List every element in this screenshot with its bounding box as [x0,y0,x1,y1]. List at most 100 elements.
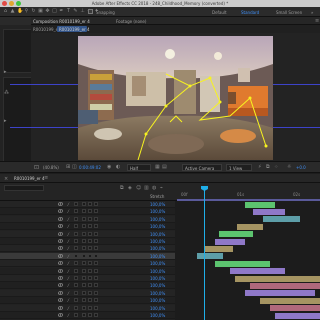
rectangle-tool-icon[interactable]: □ [52,9,57,14]
layer-switch[interactable] [82,216,86,221]
visibility-eye-icon[interactable] [57,283,64,288]
layer-switch[interactable] [82,239,86,243]
network-icon[interactable]: ⁂ [4,90,9,96]
layer-row[interactable]: ⁄ 100,0% [0,223,175,231]
transparency-grid-icon[interactable]: ▤ [162,164,167,170]
resolution-dropdown[interactable]: Half [127,164,151,171]
expand-icon[interactable]: ▸ [4,69,7,75]
stamp-tool-icon[interactable]: ⊥ [80,9,85,14]
layer-switch[interactable] [88,216,92,221]
views-dropdown[interactable]: 1 View [226,164,252,171]
layer-switch[interactable] [82,261,86,266]
layer-switch[interactable] [88,231,92,236]
shy-switch-icon[interactable]: ⁄ [68,269,72,274]
draft-3d-icon[interactable]: ◈ [128,185,132,191]
layer-switch[interactable] [94,283,98,288]
layer-switch[interactable] [94,239,98,243]
layer-switch[interactable] [82,231,86,236]
layer-row[interactable]: ⁄ 100,0% [0,238,175,245]
visibility-eye-icon[interactable] [57,217,64,221]
snapshot-icon[interactable]: ◉ [107,164,111,170]
layer-duration-bar[interactable] [253,208,285,215]
visibility-eye-icon[interactable] [57,276,64,280]
brush-tool-icon[interactable]: ✎ [73,9,78,14]
layer-switch[interactable] [74,305,78,310]
layer-switch[interactable] [82,276,86,280]
layer-switch[interactable] [88,313,92,317]
layer-switch[interactable] [74,253,78,258]
layer-row[interactable]: ⁄ 100,0% [0,267,175,275]
layer-duration-bar[interactable] [250,282,320,289]
layer-row[interactable]: ⁄ 100,0% [0,252,175,260]
stretch-value[interactable]: 100,0% [150,283,165,288]
layer-duration-bar[interactable] [245,290,315,297]
stretch-value[interactable]: 100,0% [150,313,165,318]
layer-switch[interactable] [74,276,78,280]
grid-icon[interactable]: ⊞ [66,164,70,170]
shy-switch-icon[interactable]: ⁄ [68,261,72,266]
stretch-value[interactable]: 100,0% [150,291,165,296]
frame-blending-icon[interactable]: ▥ [144,185,149,191]
layer-duration-bar[interactable] [215,238,245,245]
type-tool-icon[interactable]: T [66,9,71,14]
zoom-tool-icon[interactable]: ⚲ [24,9,29,14]
layer-switch[interactable] [74,224,78,229]
layer-switch[interactable] [82,290,86,295]
layer-duration-bar[interactable] [270,305,320,312]
zoom-level[interactable]: (40.8%) [43,165,59,170]
workspace-default[interactable]: Default [212,10,227,15]
layer-switch[interactable] [88,253,92,258]
layer-switch[interactable] [88,268,92,273]
layer-switch[interactable] [74,239,78,243]
shy-switch-icon[interactable]: ⁄ [68,291,72,296]
layer-duration-bar[interactable] [235,275,320,282]
shy-switch-icon[interactable]: ⁄ [68,254,72,259]
layer-switch[interactable] [88,276,92,280]
current-timecode[interactable]: 0:00:49:02 [79,165,101,170]
layer-row[interactable]: ⁄ 100,0% [0,289,175,297]
layer-switch[interactable] [88,224,92,229]
flowchart-icon[interactable]: ⁘ [274,164,278,170]
layer-switch[interactable] [94,298,98,303]
layer-switch[interactable] [82,305,86,310]
stretch-value[interactable]: 100,0% [150,298,165,303]
home-icon[interactable]: ⌂ [3,9,8,14]
layer-switch[interactable] [88,290,92,295]
visibility-eye-icon[interactable] [57,239,64,243]
layer-duration-bar[interactable] [197,253,223,260]
layer-switch[interactable] [94,276,98,280]
workspace-overflow-icon[interactable]: » [311,10,313,15]
visibility-eye-icon[interactable] [57,224,64,228]
layer-row[interactable]: ⁄ 100,0% [0,312,175,319]
layer-switch[interactable] [82,313,86,317]
layer-switch[interactable] [88,239,92,243]
layer-switch[interactable] [94,305,98,310]
timeline-tab[interactable]: R0010199_er 4 [14,176,45,181]
visibility-eye-icon[interactable] [57,298,64,302]
camera-dropdown[interactable]: Active Camera [182,164,222,171]
layer-row[interactable]: ⁄ 100,0% [0,201,175,208]
visibility-eye-icon[interactable] [57,202,64,206]
stretch-value[interactable]: 100,0% [150,209,165,214]
layer-switch[interactable] [74,261,78,266]
layer-switch[interactable] [88,283,92,288]
stretch-value[interactable]: 100,0% [150,276,165,281]
layer-switch[interactable] [74,246,78,251]
snapping-checkbox[interactable] [88,9,93,14]
subtab-er4[interactable]: R0010199_er 4 [59,27,90,32]
stretch-column-header[interactable]: Stretch [150,194,164,199]
panel-menu-icon[interactable]: ≡ [315,18,319,24]
visibility-eye-icon[interactable] [57,268,64,273]
visibility-eye-icon[interactable] [57,254,64,258]
visibility-eye-icon[interactable] [57,231,64,236]
layer-switch[interactable] [74,216,78,221]
layer-switch[interactable] [74,202,78,206]
layer-switch[interactable] [82,224,86,229]
layer-row[interactable]: ⁄ 100,0% [0,230,175,238]
layer-switch[interactable] [74,268,78,273]
shy-layers-icon[interactable]: ☺ [136,185,141,191]
layer-duration-bar[interactable] [260,297,320,304]
layer-duration-bar[interactable] [245,201,275,208]
mask-icon[interactable]: ◫ [72,164,77,170]
layer-switch[interactable] [94,313,98,317]
